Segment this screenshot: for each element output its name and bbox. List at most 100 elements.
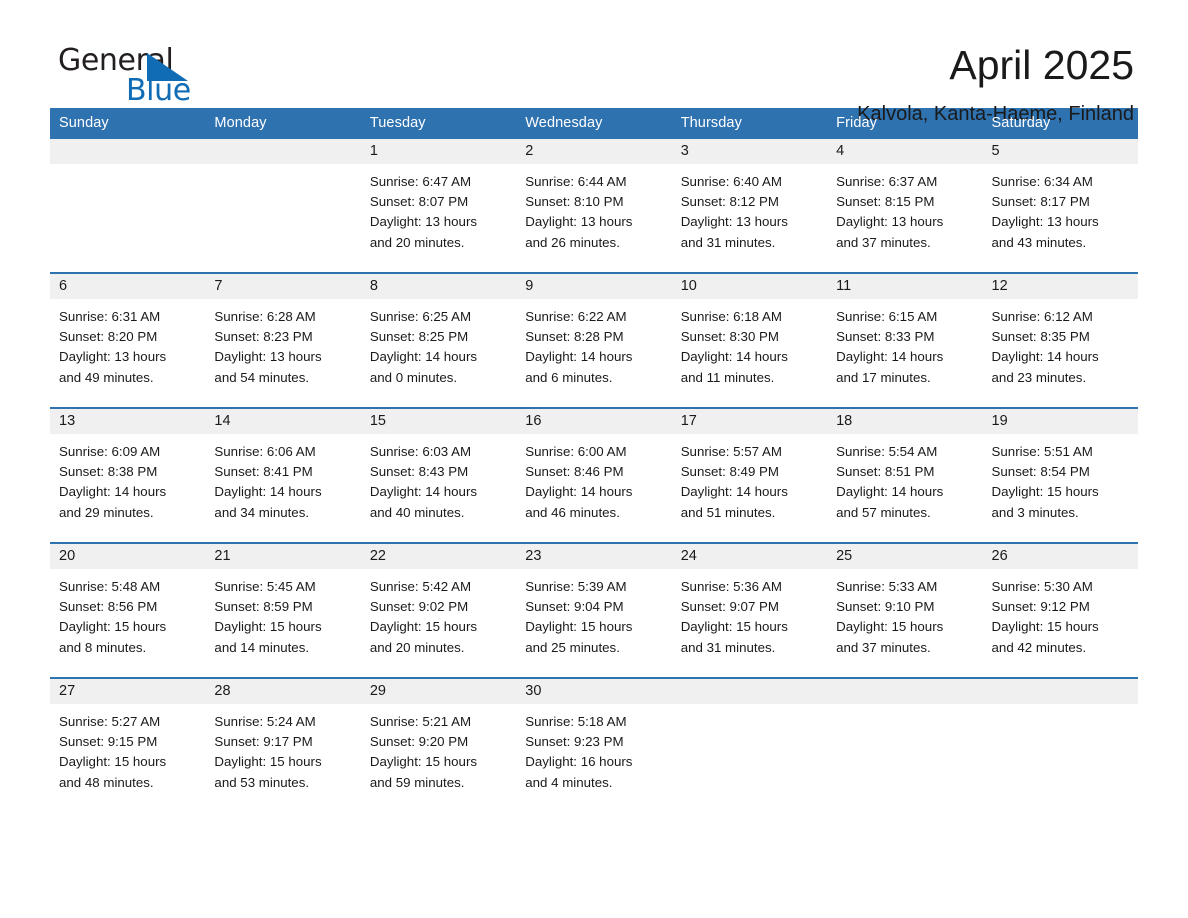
daylight-duration-line2: and 25 minutes. [525, 639, 620, 655]
calendar-day-cell[interactable]: 9 Sunrise: 6:22 AM Sunset: 8:28 PM Daylight… [516, 272, 672, 408]
daylight-duration-line1: Daylight: 13 hours [991, 214, 1099, 230]
calendar-day-cell[interactable]: 2 Sunrise: 6:44 AM Sunset: 8:10 PM Daylight… [516, 139, 672, 273]
sunrise-time: Sunrise: 5:24 AM [214, 714, 316, 729]
day-details: Sunrise: 5:39 AM Sunset: 9:04 PM Daylight:… [516, 569, 671, 658]
calendar-day-cell[interactable]: 11 Sunrise: 6:15 AM Sunset: 8:33 PM Dayligh… [827, 272, 983, 408]
sunrise-sunset-calendar: Sunday Monday Tuesday Wednesday Thursday… [50, 108, 1138, 812]
daylight-duration-line1: Daylight: 13 hours [214, 349, 322, 365]
calendar-day-cell[interactable]: 3 Sunrise: 6:40 AM Sunset: 8:12 PM Daylight… [671, 139, 828, 273]
calendar-week-row: 20 Sunrise: 5:48 AM Sunset: 8:56 PM Dayligh… [50, 542, 1138, 678]
sunrise-time: Sunrise: 6:06 AM [214, 444, 316, 459]
daylight-duration-line2: and 20 minutes. [369, 234, 465, 250]
calendar-day-cell[interactable]: 24 Sunrise: 5:36 AM Sunset: 9:07 PM Dayligh… [671, 542, 828, 678]
weekday-header-sunday: Sunday [50, 108, 206, 139]
day-number: 6 [50, 274, 206, 299]
calendar-day-cell[interactable]: 25 Sunrise: 5:33 AM Sunset: 9:10 PM Dayligh… [827, 542, 983, 678]
daylight-duration-line1: Daylight: 14 hours [59, 484, 167, 500]
calendar-day-cell[interactable]: 21 Sunrise: 5:45 AM Sunset: 8:59 PM Dayligh… [205, 542, 361, 678]
sunset-time: Sunset: 8:54 PM [991, 464, 1090, 480]
calendar-day-cell[interactable]: 14 Sunrise: 6:06 AM Sunset: 8:41 PM Dayligh… [205, 407, 361, 543]
sunset-time: Sunset: 9:12 PM [991, 599, 1090, 615]
day-number: 10 [671, 274, 828, 299]
daylight-duration-line1: Daylight: 13 hours [369, 214, 478, 230]
calendar-day-cell[interactable]: 26 Sunrise: 5:30 AM Sunset: 9:12 PM Dayligh… [982, 542, 1138, 678]
day-number: 26 [982, 544, 1138, 569]
calendar-empty-cell [671, 677, 828, 812]
calendar-week-row: 27 Sunrise: 5:27 AM Sunset: 9:15 PM Dayligh… [50, 677, 1138, 812]
calendar-day-cell[interactable]: 18 Sunrise: 5:54 AM Sunset: 8:51 PM Dayligh… [827, 407, 983, 543]
daylight-duration-line2: and 40 minutes. [369, 504, 465, 520]
day-number: 16 [516, 409, 672, 434]
sunset-time: Sunset: 8:33 PM [836, 329, 935, 345]
daylight-duration-line1: Daylight: 14 hours [991, 349, 1099, 365]
calendar-day-cell[interactable]: 4 Sunrise: 6:37 AM Sunset: 8:15 PM Daylight… [827, 139, 983, 273]
calendar-day-cell[interactable]: 8 Sunrise: 6:25 AM Sunset: 8:25 PM Daylight… [360, 272, 517, 408]
calendar-day-cell[interactable]: 12 Sunrise: 6:12 AM Sunset: 8:35 PM Dayligh… [982, 272, 1138, 408]
calendar-day-cell[interactable]: 5 Sunrise: 6:34 AM Sunset: 8:17 PM Daylight… [982, 139, 1138, 273]
calendar-day-cell[interactable]: 10 Sunrise: 6:18 AM Sunset: 8:30 PM Dayligh… [671, 272, 828, 408]
sunrise-time: Sunrise: 6:00 AM [525, 444, 627, 459]
day-details: Sunrise: 5:36 AM Sunset: 9:07 PM Daylight:… [672, 569, 827, 658]
sunset-time: Sunset: 8:28 PM [525, 329, 624, 345]
calendar-empty-cell [982, 677, 1138, 812]
sunset-time: Sunset: 8:20 PM [59, 329, 158, 345]
sunset-time: Sunset: 8:25 PM [369, 329, 469, 345]
calendar-day-cell[interactable]: 29 Sunrise: 5:21 AM Sunset: 9:20 PM Dayligh… [360, 677, 517, 812]
day-details: Sunrise: 5:33 AM Sunset: 9:10 PM Daylight:… [827, 569, 982, 658]
calendar-day-cell[interactable]: 7 Sunrise: 6:28 AM Sunset: 8:23 PM Daylight… [205, 272, 361, 408]
calendar-empty-cell [827, 677, 983, 812]
sunset-time: Sunset: 8:49 PM [680, 464, 779, 480]
daylight-duration-line2: and 46 minutes. [525, 504, 620, 520]
day-details: Sunrise: 6:03 AM Sunset: 8:43 PM Daylight:… [361, 434, 516, 523]
calendar-day-cell[interactable]: 17 Sunrise: 5:57 AM Sunset: 8:49 PM Dayligh… [671, 407, 828, 543]
daylight-duration-line2: and 57 minutes. [836, 504, 931, 520]
calendar-body: 1 Sunrise: 6:47 AM Sunset: 8:07 PM Daylight… [50, 139, 1138, 812]
day-number [827, 679, 983, 704]
sunset-time: Sunset: 8:56 PM [59, 599, 158, 615]
daylight-duration-line1: Daylight: 14 hours [836, 484, 944, 500]
day-details: Sunrise: 6:09 AM Sunset: 8:38 PM Daylight:… [50, 434, 205, 523]
general-blue-logo[interactable]: General Blue [50, 44, 200, 110]
day-details: Sunrise: 5:48 AM Sunset: 8:56 PM Daylight:… [50, 569, 205, 658]
day-details: Sunrise: 5:18 AM Sunset: 9:23 PM Daylight:… [516, 704, 671, 793]
day-number: 13 [50, 409, 206, 434]
daylight-duration-line1: Daylight: 15 hours [214, 754, 322, 770]
day-details: Sunrise: 5:42 AM Sunset: 9:02 PM Daylight:… [361, 569, 516, 658]
calendar-day-cell[interactable]: 22 Sunrise: 5:42 AM Sunset: 9:02 PM Dayligh… [360, 542, 517, 678]
day-number: 27 [50, 679, 206, 704]
calendar-day-cell[interactable]: 23 Sunrise: 5:39 AM Sunset: 9:04 PM Dayligh… [516, 542, 672, 678]
title-group: April 2025 Kalvola, Kanta-Haeme, Finland [200, 43, 1138, 126]
calendar-day-cell[interactable]: 6 Sunrise: 6:31 AM Sunset: 8:20 PM Daylight… [50, 272, 206, 408]
sunrise-time: Sunrise: 5:36 AM [680, 579, 782, 594]
sunrise-time: Sunrise: 6:22 AM [525, 309, 627, 324]
calendar-day-cell[interactable]: 27 Sunrise: 5:27 AM Sunset: 9:15 PM Dayligh… [50, 677, 206, 812]
calendar-day-cell[interactable]: 15 Sunrise: 6:03 AM Sunset: 8:43 PM Dayligh… [360, 407, 517, 543]
daylight-duration-line1: Daylight: 15 hours [525, 619, 633, 635]
day-details: Sunrise: 5:21 AM Sunset: 9:20 PM Daylight:… [361, 704, 516, 793]
day-details: Sunrise: 6:25 AM Sunset: 8:25 PM Daylight:… [361, 299, 516, 388]
daylight-duration-line2: and 6 minutes. [525, 369, 613, 385]
calendar-day-cell[interactable]: 1 Sunrise: 6:47 AM Sunset: 8:07 PM Daylight… [360, 139, 517, 273]
day-number: 7 [205, 274, 361, 299]
day-details: Sunrise: 6:47 AM Sunset: 8:07 PM Daylight:… [361, 164, 516, 253]
calendar-day-cell[interactable]: 19 Sunrise: 5:51 AM Sunset: 8:54 PM Dayligh… [982, 407, 1138, 543]
sunrise-time: Sunrise: 5:57 AM [680, 444, 782, 459]
sunset-time: Sunset: 8:23 PM [214, 329, 313, 345]
calendar-day-cell[interactable]: 16 Sunrise: 6:00 AM Sunset: 8:46 PM Dayligh… [516, 407, 672, 543]
sunrise-time: Sunrise: 6:15 AM [836, 309, 938, 324]
calendar-day-cell[interactable]: 20 Sunrise: 5:48 AM Sunset: 8:56 PM Dayligh… [50, 542, 206, 678]
sunset-time: Sunset: 8:41 PM [214, 464, 313, 480]
calendar-day-cell[interactable]: 28 Sunrise: 5:24 AM Sunset: 9:17 PM Dayligh… [205, 677, 361, 812]
day-number: 15 [360, 409, 517, 434]
calendar-week-row: 13 Sunrise: 6:09 AM Sunset: 8:38 PM Dayligh… [50, 407, 1138, 543]
daylight-duration-line2: and 48 minutes. [59, 774, 154, 790]
sunset-time: Sunset: 8:12 PM [680, 194, 779, 210]
calendar-week-row: 6 Sunrise: 6:31 AM Sunset: 8:20 PM Daylight… [50, 272, 1138, 408]
daylight-duration-line2: and 14 minutes. [214, 639, 310, 655]
day-number: 25 [827, 544, 983, 569]
day-number: 5 [982, 139, 1138, 164]
calendar-day-cell[interactable]: 30 Sunrise: 5:18 AM Sunset: 9:23 PM Dayligh… [516, 677, 672, 812]
sunrise-time: Sunrise: 5:30 AM [991, 579, 1093, 594]
calendar-day-cell[interactable]: 13 Sunrise: 6:09 AM Sunset: 8:38 PM Dayligh… [50, 407, 206, 543]
sunrise-time: Sunrise: 5:45 AM [214, 579, 316, 594]
